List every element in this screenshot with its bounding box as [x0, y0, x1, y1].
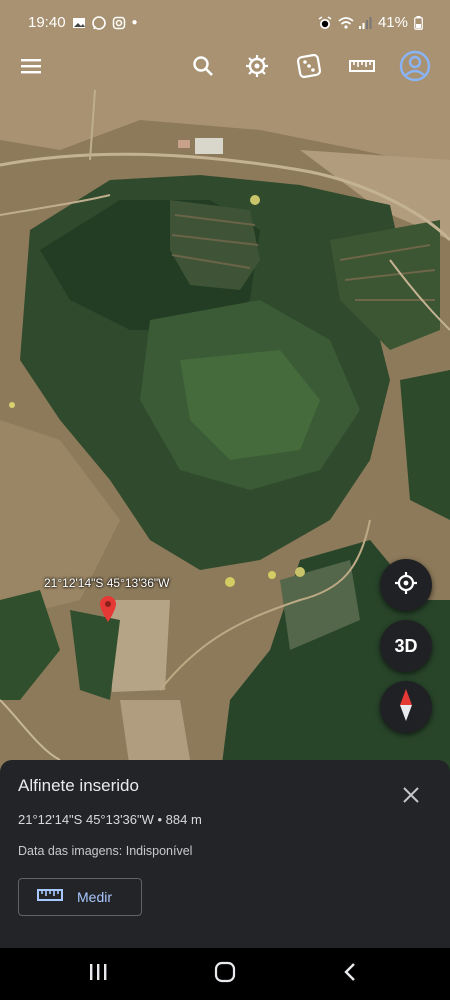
pin-details-sheet: Alfinete inserido 21°12'14"S 45°13'36"W …: [0, 760, 450, 948]
satellite-map[interactable]: [0, 0, 450, 780]
imagery-date: Data das imagens: Indisponível: [18, 844, 192, 858]
alarm-icon: [318, 15, 332, 30]
pin-coordinates: 21°12'14"S 45°13'36"W • 884 m: [18, 812, 202, 827]
compass-icon: [399, 688, 413, 727]
whatsapp-icon: [91, 15, 106, 30]
crosshair-icon: [393, 570, 419, 601]
battery-icon: [414, 15, 428, 30]
top-toolbar: [0, 48, 450, 88]
measure-tool-button[interactable]: [344, 50, 380, 86]
wifi-icon: [338, 16, 354, 30]
search-icon: [192, 55, 214, 82]
instagram-icon: [112, 16, 126, 30]
ruler-icon: [37, 888, 63, 907]
map-pin-icon[interactable]: [99, 595, 117, 623]
toggle-3d-button[interactable]: 3D: [380, 620, 432, 672]
notification-dot-icon: ●: [131, 17, 138, 28]
random-place-button[interactable]: [291, 50, 327, 86]
measure-button[interactable]: Medir: [18, 878, 142, 916]
account-button[interactable]: [397, 50, 433, 86]
status-right: 41%: [318, 14, 428, 31]
toggle-3d-label: 3D: [394, 635, 418, 656]
home-button[interactable]: [211, 960, 239, 988]
search-button[interactable]: [185, 50, 221, 86]
status-left: 19:40 ●: [28, 14, 138, 31]
my-location-button[interactable]: [380, 559, 432, 611]
close-icon: [400, 787, 422, 810]
back-icon: [342, 961, 358, 988]
menu-icon: [20, 57, 42, 80]
status-time: 19:40: [28, 14, 66, 31]
voyager-icon: [244, 53, 270, 84]
close-button[interactable]: [400, 784, 422, 806]
imagery-date-value: Indisponível: [125, 844, 193, 858]
ruler-icon: [349, 59, 375, 78]
signal-icon: [358, 16, 372, 30]
status-bar: 19:40 ● 41%: [0, 0, 450, 48]
home-icon: [214, 961, 236, 988]
gallery-icon: [72, 16, 86, 30]
imagery-date-label: Data das imagens:: [18, 844, 123, 858]
dice-icon: [296, 53, 322, 83]
pin-coordinate-label: 21°12'14"S 45°13'36"W: [44, 576, 170, 590]
sheet-title: Alfinete inserido: [18, 776, 139, 795]
recent-apps-button[interactable]: [84, 960, 112, 988]
recent-apps-icon: [87, 962, 109, 987]
compass-button[interactable]: [380, 681, 432, 733]
account-icon: [399, 50, 431, 87]
system-nav-bar: [0, 948, 450, 1000]
back-button[interactable]: [336, 960, 364, 988]
measure-button-label: Medir: [77, 889, 113, 905]
voyager-button[interactable]: [239, 50, 275, 86]
battery-percent: 41%: [377, 14, 408, 31]
menu-button[interactable]: [13, 50, 49, 86]
